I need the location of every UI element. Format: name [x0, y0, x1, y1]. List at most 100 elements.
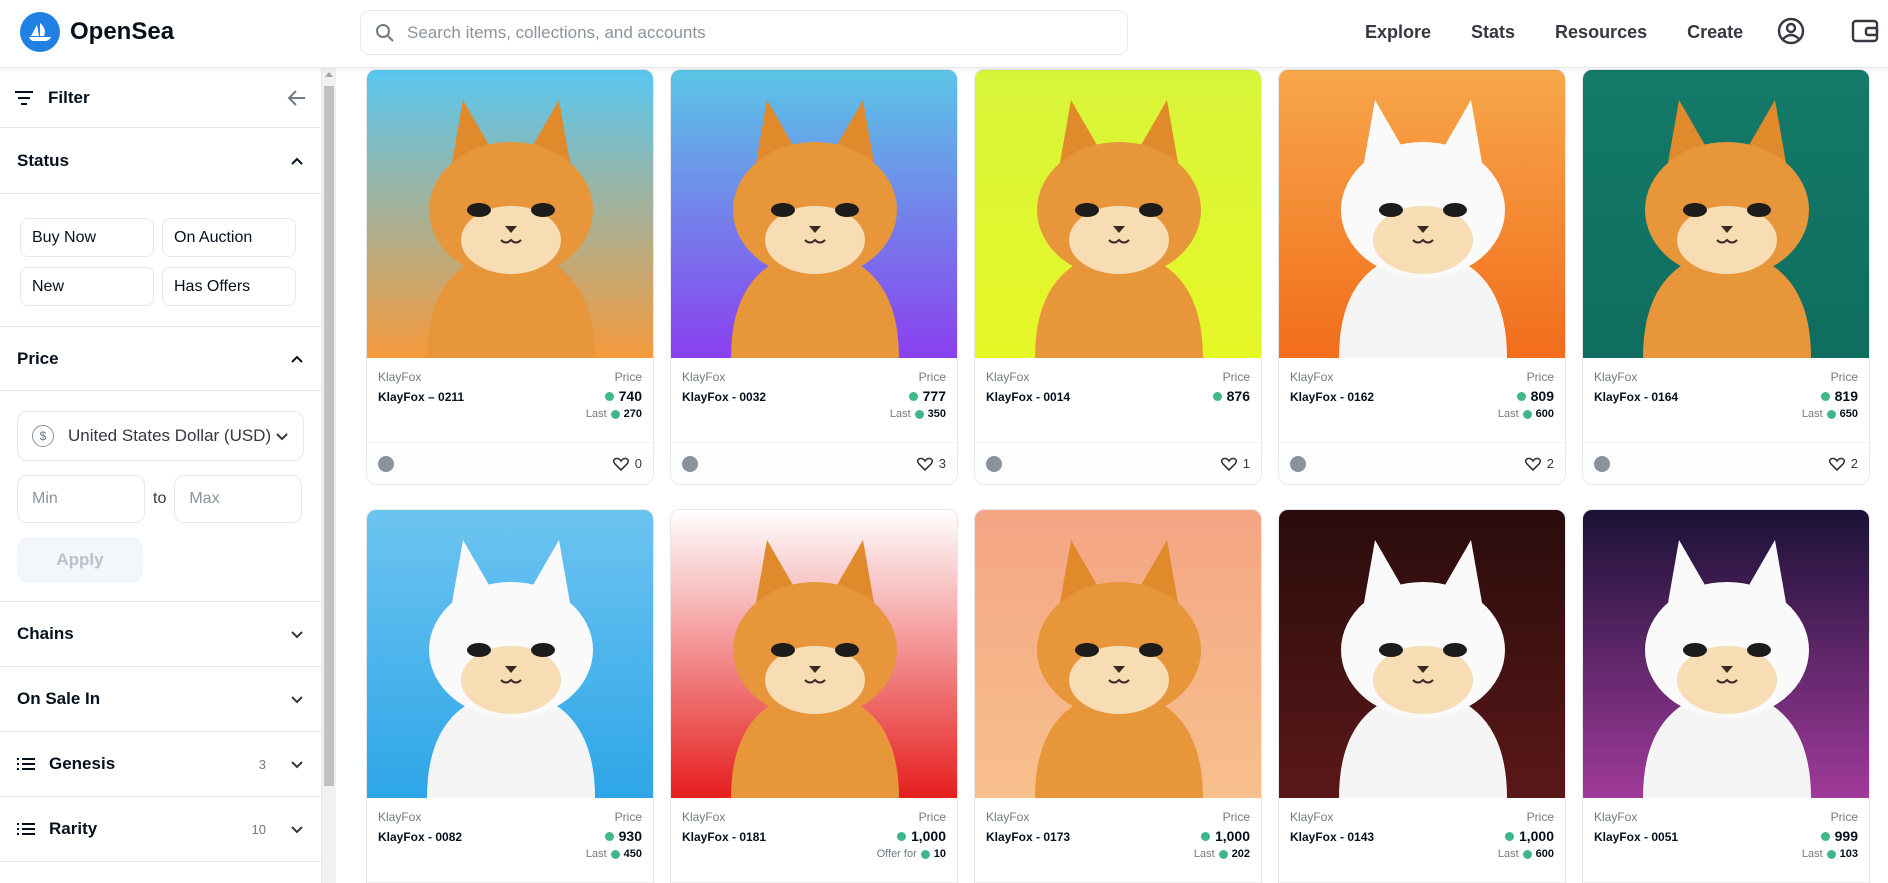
chevron-up-icon: [291, 355, 303, 363]
card-footer: 2: [1583, 442, 1869, 484]
collapse-arrow-icon[interactable]: [287, 89, 307, 107]
status-section-header[interactable]: Status: [0, 128, 321, 194]
wallet-icon[interactable]: [1850, 16, 1880, 46]
price-label: Price: [1526, 810, 1554, 824]
favorite-button[interactable]: 2: [1524, 456, 1554, 471]
nft-image[interactable]: [671, 70, 957, 358]
last-label: Last: [1801, 408, 1823, 420]
rarity-section[interactable]: Rarity 10: [0, 797, 321, 862]
currency-select[interactable]: $ United States Dollar (USD): [17, 411, 304, 461]
favorite-count: 2: [1850, 456, 1858, 471]
card-footer: 2: [1279, 442, 1565, 484]
nft-card[interactable]: KlayFox KlayFox - 0051 Price 999 Last 103: [1582, 509, 1870, 883]
last-label: Last: [585, 848, 607, 860]
chevron-up-icon: [291, 157, 303, 165]
nft-card[interactable]: KlayFox KlayFox – 0211 Price 740 Last 270…: [366, 69, 654, 485]
rarity-title: Rarity: [49, 819, 98, 838]
last-label: Last: [1801, 848, 1823, 860]
search-input[interactable]: [407, 22, 1087, 43]
chains-section[interactable]: Chains: [0, 602, 321, 667]
search-icon: [376, 23, 394, 42]
price-label: Price: [1526, 370, 1554, 384]
heart-icon: [612, 457, 629, 471]
nav-resources[interactable]: Resources: [1555, 22, 1647, 43]
favorite-button[interactable]: 3: [916, 456, 946, 471]
last-value: 350: [927, 408, 946, 420]
genesis-title: Genesis: [49, 754, 116, 773]
price-max-input[interactable]: [174, 475, 303, 523]
nft-image[interactable]: [1583, 70, 1869, 358]
nav-stats[interactable]: Stats: [1471, 22, 1515, 43]
nav-create[interactable]: Create: [1687, 22, 1743, 43]
klay-icon: [610, 849, 620, 859]
nft-image[interactable]: [367, 510, 653, 798]
price-value: 1,000: [1214, 828, 1250, 844]
apply-button[interactable]: Apply: [17, 537, 143, 583]
price-value: 777: [922, 388, 946, 404]
nft-card[interactable]: KlayFox KlayFox - 0164 Price 819 Last 650…: [1582, 69, 1870, 485]
nft-image[interactable]: [671, 510, 957, 798]
price-min-input[interactable]: [17, 475, 145, 523]
price-label: Price: [1222, 370, 1250, 384]
brand-name: OpenSea: [70, 18, 175, 45]
price-section-header[interactable]: Price: [0, 327, 321, 391]
card-footer: 0: [367, 442, 653, 484]
klay-icon: [1820, 391, 1830, 401]
last-label: Last: [585, 408, 607, 420]
klay-icon: [1826, 849, 1836, 859]
sidebar-scrollbar[interactable]: [322, 68, 336, 883]
scroll-up-arrow-icon[interactable]: [325, 72, 333, 77]
last-label: Last: [1497, 408, 1519, 420]
nft-image[interactable]: [367, 70, 653, 358]
status-buy-now[interactable]: Buy Now: [20, 218, 154, 257]
nft-card[interactable]: KlayFox KlayFox - 0032 Price 777 Last 350…: [670, 69, 958, 485]
account-icon[interactable]: [1776, 16, 1806, 46]
rarity-count: 10: [251, 821, 266, 837]
status-on-auction[interactable]: On Auction: [162, 218, 296, 257]
nft-image[interactable]: [1279, 70, 1565, 358]
nft-image[interactable]: [1279, 510, 1565, 798]
nft-image[interactable]: [975, 70, 1261, 358]
klay-icon: [1522, 409, 1532, 419]
price-value: 930: [618, 828, 642, 844]
last-value: 650: [1839, 408, 1858, 420]
status-has-offers[interactable]: Has Offers: [162, 267, 296, 306]
card-footer: 3: [671, 442, 957, 484]
chevron-down-icon: [291, 631, 303, 639]
nft-card[interactable]: KlayFox KlayFox - 0014 Price 876 1: [974, 69, 1262, 485]
last-label: Last: [1497, 848, 1519, 860]
favorite-count: 1: [1242, 456, 1250, 471]
item-grid: KlayFox KlayFox – 0211 Price 740 Last 270…: [366, 68, 1870, 883]
last-value: 270: [623, 408, 642, 420]
scroll-thumb[interactable]: [324, 86, 334, 786]
opensea-logo[interactable]: OpenSea: [20, 12, 174, 52]
nft-image[interactable]: [1583, 510, 1869, 798]
nft-card[interactable]: KlayFox KlayFox - 0181 Price 1,000 Offer…: [670, 509, 958, 883]
genesis-section[interactable]: Genesis 3: [0, 732, 321, 797]
collection-name[interactable]: KlayFox: [986, 370, 1250, 384]
search-bar[interactable]: [360, 10, 1128, 55]
price-value: 819: [1834, 388, 1858, 404]
price-label: Price: [614, 370, 642, 384]
nft-card[interactable]: KlayFox KlayFox - 0082 Price 930 Last 450: [366, 509, 654, 883]
nav-explore[interactable]: Explore: [1365, 22, 1431, 43]
nft-card[interactable]: KlayFox KlayFox - 0173 Price 1,000 Last 2…: [974, 509, 1262, 883]
favorite-button[interactable]: 2: [1828, 456, 1858, 471]
item-name[interactable]: KlayFox - 0014: [986, 390, 1250, 404]
last-label: Offer for: [876, 848, 917, 860]
klaytn-chain-icon: [1290, 455, 1306, 472]
favorite-count: 3: [938, 456, 946, 471]
favorite-button[interactable]: 1: [1220, 456, 1250, 471]
klaytn-chain-icon: [986, 455, 1002, 472]
klay-icon: [1218, 849, 1228, 859]
nft-image[interactable]: [975, 510, 1261, 798]
favorite-button[interactable]: 0: [612, 456, 642, 471]
nft-card[interactable]: KlayFox KlayFox - 0162 Price 809 Last 600…: [1278, 69, 1566, 485]
chevron-down-icon: [291, 696, 303, 704]
klay-icon: [920, 849, 930, 859]
status-new[interactable]: New: [20, 267, 154, 306]
on-sale-in-section[interactable]: On Sale In: [0, 667, 321, 732]
nft-card[interactable]: KlayFox KlayFox - 0143 Price 1,000 Last 6…: [1278, 509, 1566, 883]
top-navbar: OpenSea Explore Stats Resources Create: [0, 0, 1888, 68]
heart-icon: [1220, 457, 1237, 471]
